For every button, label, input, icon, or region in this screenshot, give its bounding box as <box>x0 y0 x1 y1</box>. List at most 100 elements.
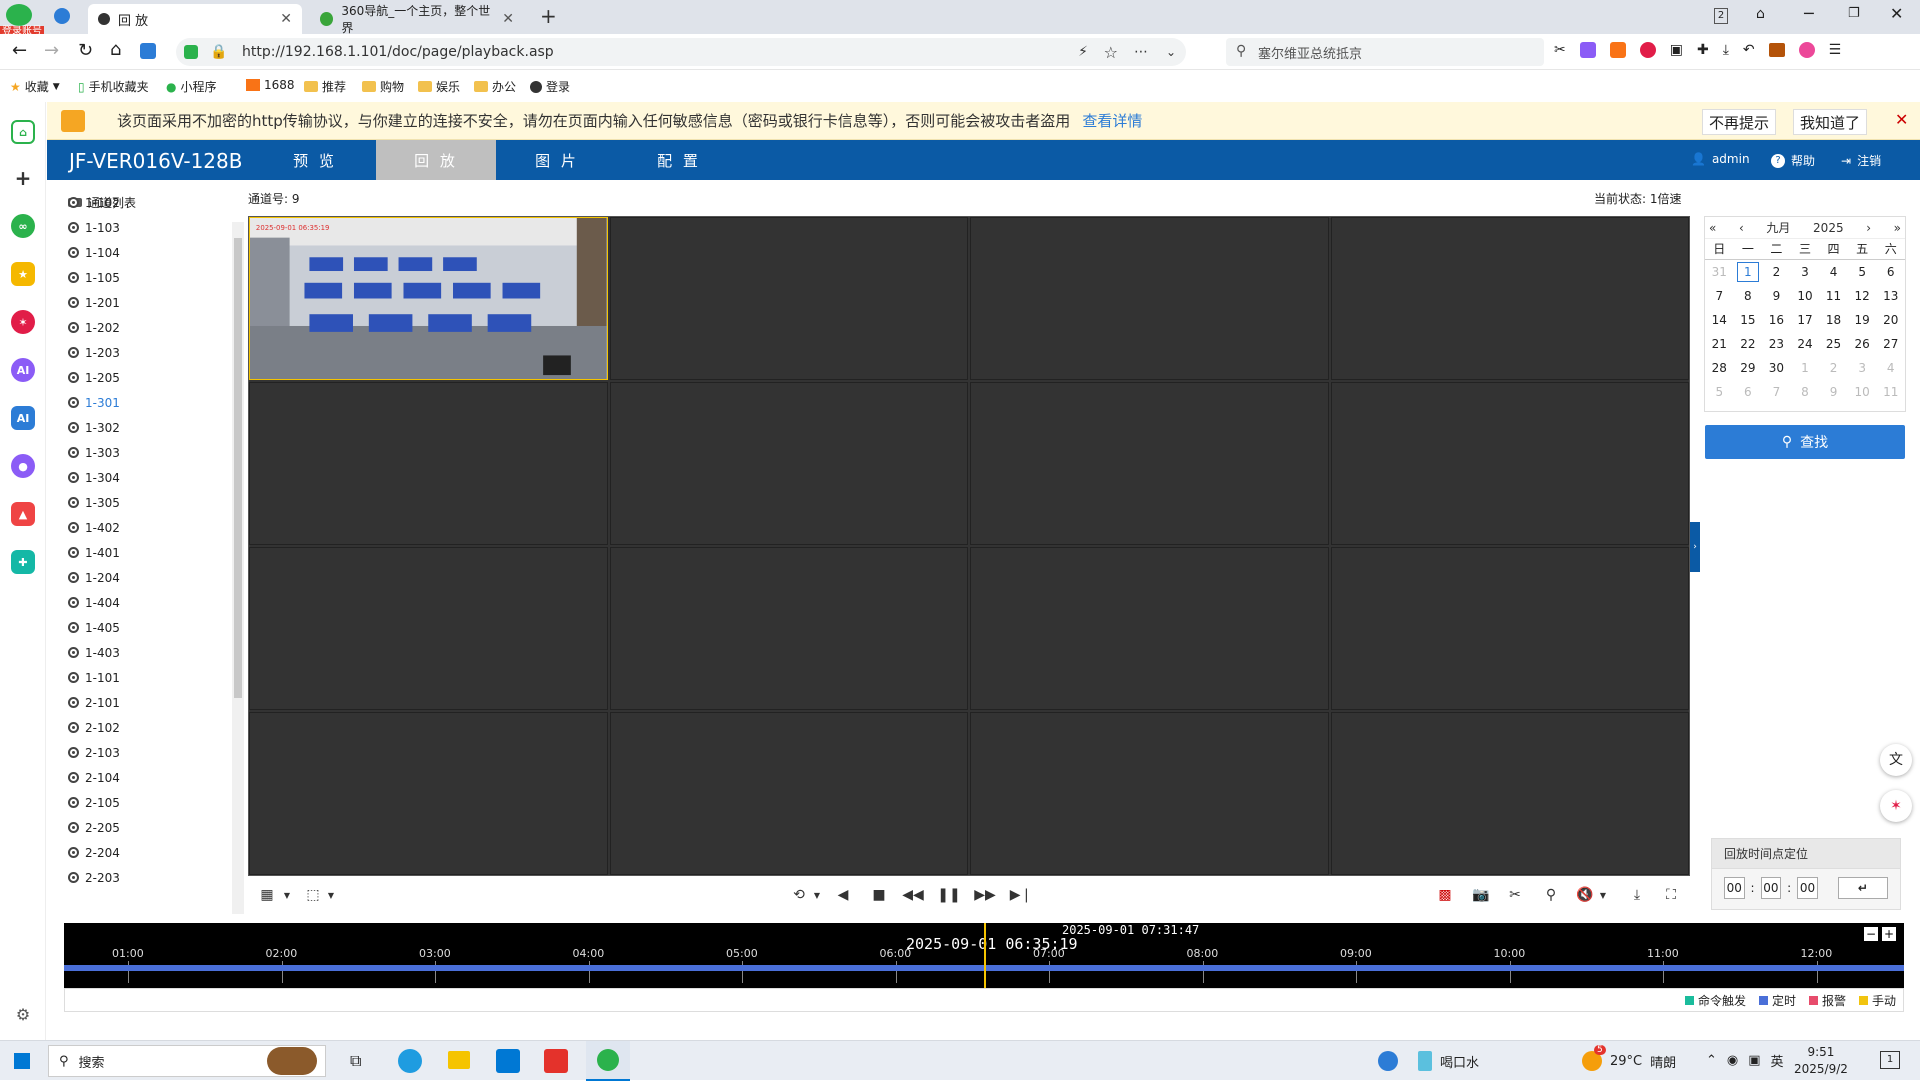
stop-all-icon[interactable]: ▩ <box>1434 885 1456 905</box>
tab-count-icon[interactable]: 2 <box>1714 8 1728 24</box>
zoom-in-button[interactable]: + <box>1882 927 1896 941</box>
channel-item[interactable]: 2-102 <box>68 715 120 740</box>
calendar-day[interactable]: 5 <box>1848 260 1877 284</box>
undo-icon[interactable]: ↶ <box>1743 42 1755 58</box>
water-reminder[interactable]: 喝口水 <box>1418 1051 1479 1071</box>
video-window[interactable] <box>609 382 968 545</box>
prev-year-icon[interactable]: « <box>1709 221 1716 235</box>
translate-float-icon[interactable]: 文 <box>1880 744 1912 776</box>
clock[interactable]: 9:51 2025/9/2 <box>1794 1044 1848 1078</box>
video-window[interactable] <box>249 547 608 710</box>
record-icon[interactable]: ◉ <box>1727 1053 1738 1068</box>
video-window[interactable] <box>1330 382 1689 545</box>
bookmark-favorites[interactable]: ★ 收藏 ▼ <box>10 78 60 95</box>
channel-item[interactable]: 1-302 <box>68 415 120 440</box>
task-view-icon[interactable]: ⧉ <box>350 1051 361 1071</box>
calendar-day[interactable]: 30 <box>1762 356 1791 380</box>
calendar-day[interactable]: 1 <box>1736 262 1760 282</box>
channel-item[interactable]: 1-301 <box>68 390 120 415</box>
windows-start-icon[interactable] <box>14 1053 30 1069</box>
video-window[interactable] <box>249 712 608 875</box>
calendar-day[interactable]: 22 <box>1734 332 1763 356</box>
close-window-button[interactable]: ✕ <box>1890 4 1903 23</box>
url-field[interactable]: 🔒 http://192.168.1.101/doc/page/playback… <box>176 38 1186 66</box>
forward-icon[interactable]: → <box>44 40 59 61</box>
calendar-day[interactable]: 17 <box>1791 308 1820 332</box>
second-input[interactable]: 00 <box>1797 877 1818 899</box>
refresh-icon[interactable]: ↻ <box>78 40 93 61</box>
channel-item[interactable]: 1-303 <box>68 440 120 465</box>
single-frame-icon[interactable]: ▶❘ <box>1010 885 1033 905</box>
channel-item[interactable]: 1-304 <box>68 465 120 490</box>
calendar-day[interactable]: 24 <box>1791 332 1820 356</box>
video-window[interactable] <box>609 217 968 380</box>
calendar-day[interactable]: 3 <box>1791 260 1820 284</box>
tab-playback[interactable]: 回 放 ✕ <box>88 4 302 34</box>
channel-item[interactable]: 1-204 <box>68 565 120 590</box>
channel-item[interactable]: 1-203 <box>68 340 120 365</box>
minimize-button[interactable]: ─ <box>1804 4 1814 23</box>
logout-button[interactable]: ⇥ 注销 <box>1841 152 1881 169</box>
details-link[interactable]: 查看详情 <box>1082 110 1142 131</box>
search-button[interactable]: ⚲ 查找 <box>1705 425 1905 459</box>
close-tab-icon[interactable]: ✕ <box>502 11 514 27</box>
video-window[interactable] <box>609 547 968 710</box>
ai-app-icon[interactable]: AI <box>11 406 35 430</box>
star-icon[interactable]: ☆ <box>1104 43 1118 62</box>
calendar-day[interactable]: 6 <box>1734 380 1763 404</box>
insecure-icon[interactable]: 🔒 <box>210 44 227 60</box>
bookmark-entertainment[interactable]: 娱乐 <box>418 78 460 95</box>
download-icon[interactable]: ⤓ <box>1626 885 1648 905</box>
calendar-day[interactable]: 20 <box>1876 308 1905 332</box>
zoom-out-button[interactable]: − <box>1864 927 1878 941</box>
calendar-day[interactable]: 27 <box>1876 332 1905 356</box>
enter-button[interactable]: ↵ <box>1837 877 1888 899</box>
browser-task-icon[interactable] <box>586 1041 630 1081</box>
menu-icon[interactable]: ☰ <box>1829 42 1842 58</box>
video-window[interactable] <box>609 712 968 875</box>
home-icon[interactable]: ⌂ <box>11 120 35 144</box>
calendar-day[interactable]: 14 <box>1705 308 1734 332</box>
network-float-icon[interactable]: ✶ <box>1880 790 1912 822</box>
channel-item[interactable]: 1-401 <box>68 540 120 565</box>
skin-icon[interactable]: ⌂ <box>1756 6 1765 22</box>
channel-item[interactable]: 2-203 <box>68 865 120 890</box>
video-window[interactable] <box>1330 217 1689 380</box>
calendar-day[interactable]: 2 <box>1762 260 1791 284</box>
calendar-day[interactable]: 4 <box>1819 260 1848 284</box>
favorites-app-icon[interactable]: ★ <box>11 262 35 286</box>
color-icon[interactable] <box>1798 42 1815 58</box>
split-screen-icon[interactable]: ▦ <box>256 885 278 905</box>
chevron-down-icon[interactable]: ▼ <box>1592 885 1614 905</box>
channel-item[interactable]: 1-402 <box>68 515 120 540</box>
calendar-day[interactable]: 23 <box>1762 332 1791 356</box>
next-year-icon[interactable]: » <box>1894 221 1901 235</box>
calendar-day[interactable]: 6 <box>1876 260 1905 284</box>
nav-playback[interactable]: 回 放 <box>376 140 496 180</box>
channel-item[interactable]: 1-201 <box>68 290 120 315</box>
playback-timeline[interactable]: 2025-09-01 07:31:47 2025-09-01 06:35:19 … <box>64 923 1904 988</box>
bookmark-shopping[interactable]: 购物 <box>362 78 404 95</box>
next-month-icon[interactable]: › <box>1866 221 1871 235</box>
nav-config[interactable]: 配 置 <box>619 140 739 180</box>
calendar-year[interactable]: 2025 <box>1813 221 1844 235</box>
clip-icon[interactable]: ✂ <box>1504 885 1526 905</box>
channel-item[interactable]: 2-105 <box>68 790 120 815</box>
calendar-month[interactable]: 九月 <box>1766 219 1790 236</box>
video-window[interactable] <box>249 382 608 545</box>
calendar-day[interactable]: 26 <box>1848 332 1877 356</box>
hour-input[interactable]: 00 <box>1724 877 1745 899</box>
pause-icon[interactable]: ❚❚ <box>937 885 960 905</box>
calendar-day[interactable]: 18 <box>1819 308 1848 332</box>
calendar-day[interactable]: 3 <box>1848 356 1877 380</box>
robot-app-icon[interactable]: ● <box>11 454 35 478</box>
more-icon[interactable]: ⋯ <box>1134 44 1148 60</box>
calendar-day[interactable]: 11 <box>1876 380 1905 404</box>
chevron-down-icon[interactable]: ▼ <box>320 885 342 905</box>
zoom-icon[interactable]: ⚲ <box>1540 885 1562 905</box>
playhead[interactable] <box>984 923 986 988</box>
video-window[interactable] <box>1330 547 1689 710</box>
channel-item[interactable]: 2-101 <box>68 690 120 715</box>
game-icon[interactable] <box>1609 42 1626 58</box>
calendar-day[interactable]: 10 <box>1848 380 1877 404</box>
